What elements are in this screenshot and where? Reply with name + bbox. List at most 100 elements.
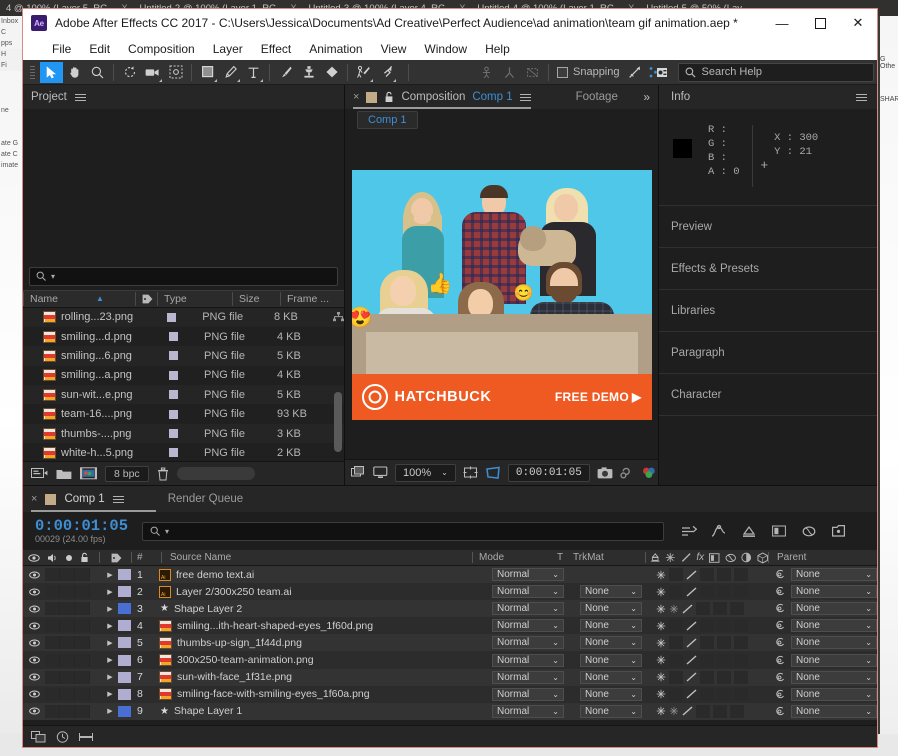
solo-toggle[interactable]	[60, 704, 75, 718]
maximize-button[interactable]	[801, 9, 839, 37]
table-row[interactable]: ▶ 3 ★ Shape Layer 2 Normal ⌄ None ⌄ None ⌄	[23, 600, 877, 618]
menu-item-window[interactable]: Window	[415, 40, 476, 58]
snapping-toggle[interactable]: Snapping	[557, 66, 620, 78]
track-matte-select[interactable]: None ⌄	[580, 636, 642, 650]
new-composition-icon[interactable]	[80, 467, 97, 480]
collapse-switch-icon[interactable]	[656, 570, 666, 580]
expand-arrow-icon[interactable]: ▶	[102, 707, 118, 715]
blend-mode-select[interactable]: Normal ⌄	[492, 653, 564, 667]
parent-pickwhip-icon[interactable]	[774, 620, 785, 631]
solo-toggle[interactable]	[60, 585, 75, 599]
label-color-swatch[interactable]	[169, 409, 178, 419]
hand-tool-icon[interactable]	[63, 62, 86, 83]
zoom-tool-icon[interactable]	[86, 62, 109, 83]
layer-source-name[interactable]: Shape Layer 2	[174, 603, 492, 615]
table-row[interactable]: ▶ 1 free demo text.ai Normal⌄ None⌄	[23, 566, 877, 584]
source-name-header[interactable]: Source Name	[170, 552, 472, 563]
text-tool-icon[interactable]	[242, 62, 265, 83]
composition-timecode[interactable]: 0:00:01:05	[507, 463, 590, 482]
puppet-pin-tool-icon[interactable]	[375, 62, 398, 83]
expand-arrow-icon[interactable]: ▶	[102, 622, 118, 630]
toolbar-grip[interactable]	[28, 63, 37, 81]
audio-switch-header-icon[interactable]	[45, 553, 61, 563]
column-size[interactable]: Size	[232, 291, 280, 306]
project-list-item[interactable]: rolling...23.png PNG file 8 KB	[23, 307, 344, 327]
zoom-level-select[interactable]: 100% ⌄	[395, 463, 456, 482]
parent-pickwhip-icon[interactable]	[774, 689, 785, 700]
snapshot-icon[interactable]	[597, 466, 613, 479]
solo-toggle[interactable]	[60, 602, 75, 616]
quality-switch-icon[interactable]	[686, 689, 697, 699]
composition-mini-flowchart-icon[interactable]	[678, 521, 699, 542]
shape-tool-icon[interactable]	[196, 62, 219, 83]
label-color-swatch[interactable]	[169, 351, 178, 361]
cta-button[interactable]: FREE DEMO ▶	[555, 390, 642, 404]
lock-toggle[interactable]	[75, 704, 90, 718]
audio-toggle[interactable]	[45, 670, 60, 684]
collapse-switch-icon[interactable]	[656, 706, 666, 716]
always-preview-icon[interactable]	[351, 466, 366, 479]
solo-toggle[interactable]	[60, 653, 75, 667]
project-file-list[interactable]: rolling...23.png PNG file 8 KB smiling..…	[23, 307, 344, 461]
expand-arrow-icon[interactable]: ▶	[102, 656, 118, 664]
parent-select[interactable]: None ⌄	[791, 619, 877, 633]
delete-icon[interactable]	[157, 467, 169, 481]
layer-source-name[interactable]: free demo text.ai	[176, 569, 492, 581]
menu-item-animation[interactable]: Animation	[300, 40, 371, 58]
track-matte-select[interactable]: None ⌄	[580, 619, 642, 633]
timeline-tab-comp[interactable]: Comp 1	[64, 493, 104, 505]
parent-header[interactable]: Parent	[777, 552, 877, 563]
project-tabbar[interactable]: Project	[23, 85, 344, 109]
lock-toggle[interactable]	[75, 670, 90, 684]
resolution-icon[interactable]	[463, 466, 478, 480]
project-list-item[interactable]: sun-wit...e.png PNG file 5 KB	[23, 385, 344, 405]
quality-switch-icon[interactable]	[686, 570, 697, 580]
column-name[interactable]: Name ▲	[23, 291, 135, 306]
rotation-tool-icon[interactable]	[118, 62, 141, 83]
lock-switch-header-icon[interactable]	[76, 552, 93, 563]
track-matte-select[interactable]: None ⌄	[580, 687, 642, 701]
axis-local-icon[interactable]	[475, 62, 498, 83]
lock-toggle[interactable]	[75, 568, 90, 582]
parent-select[interactable]: None ⌄	[791, 670, 877, 684]
show-snapshot-icon[interactable]	[620, 466, 634, 479]
expand-arrow-icon[interactable]: ▶	[102, 639, 118, 647]
audio-toggle[interactable]	[45, 704, 60, 718]
collapse-switch-icon[interactable]	[656, 587, 666, 597]
label-color-swatch[interactable]	[169, 370, 178, 380]
expand-arrow-icon[interactable]: ▶	[102, 690, 118, 698]
blend-mode-select[interactable]: Normal ⌄	[492, 636, 564, 650]
panel-menu-icon[interactable]	[74, 93, 86, 101]
panel-menu-icon[interactable]	[519, 93, 531, 101]
project-panel-title[interactable]: Project	[31, 91, 67, 103]
collapse-switch-icon[interactable]	[656, 672, 666, 682]
audio-toggle[interactable]	[45, 602, 60, 616]
panel-preview[interactable]: Preview	[659, 205, 877, 247]
continuous-rasterize-icon[interactable]	[669, 706, 679, 716]
table-row[interactable]: ▶ 7 sun-with-face_1f31e.png Normal ⌄ None…	[23, 668, 877, 686]
timeline-zoom-out-icon[interactable]	[79, 732, 93, 742]
graph-editor-icon[interactable]	[708, 521, 729, 542]
parent-pickwhip-icon[interactable]	[774, 637, 785, 648]
blend-mode-select[interactable]: Normal ⌄	[492, 704, 564, 718]
composition-viewer[interactable]: 😍 👍 😊 HATCHBUCK FREE DEMO ▶	[351, 170, 652, 420]
parent-select[interactable]: None ⌄	[791, 636, 877, 650]
label-color-swatch[interactable]	[169, 332, 178, 342]
layer-number-header[interactable]: #	[137, 552, 161, 563]
menu-item-edit[interactable]: Edit	[80, 40, 119, 58]
selection-tool-icon[interactable]	[40, 61, 63, 83]
snapping-arrow-icon[interactable]	[624, 62, 647, 83]
layer-source-name[interactable]: smiling-face-with-smiling-eyes_1f60a.png	[177, 688, 492, 700]
close-icon[interactable]: ×	[31, 493, 37, 505]
auto-keyframe-icon[interactable]	[828, 521, 849, 542]
collapse-switch-icon[interactable]	[656, 604, 666, 614]
video-toggle-icon[interactable]	[23, 639, 45, 647]
table-row[interactable]: ▶ 4 smiling...ith-heart-shaped-eyes_1f60…	[23, 617, 877, 635]
track-matte-select[interactable]: None ⌄	[580, 670, 642, 684]
close-icon[interactable]: ×	[353, 91, 359, 103]
table-row[interactable]: ▶ 2 Layer 2/300x250 team.ai Normal⌄ None…	[23, 583, 877, 601]
quality-switch-icon[interactable]	[686, 655, 697, 665]
audio-toggle[interactable]	[45, 585, 60, 599]
parent-select[interactable]: None ⌄	[791, 704, 877, 718]
continuous-rasterize-icon[interactable]	[669, 604, 679, 614]
